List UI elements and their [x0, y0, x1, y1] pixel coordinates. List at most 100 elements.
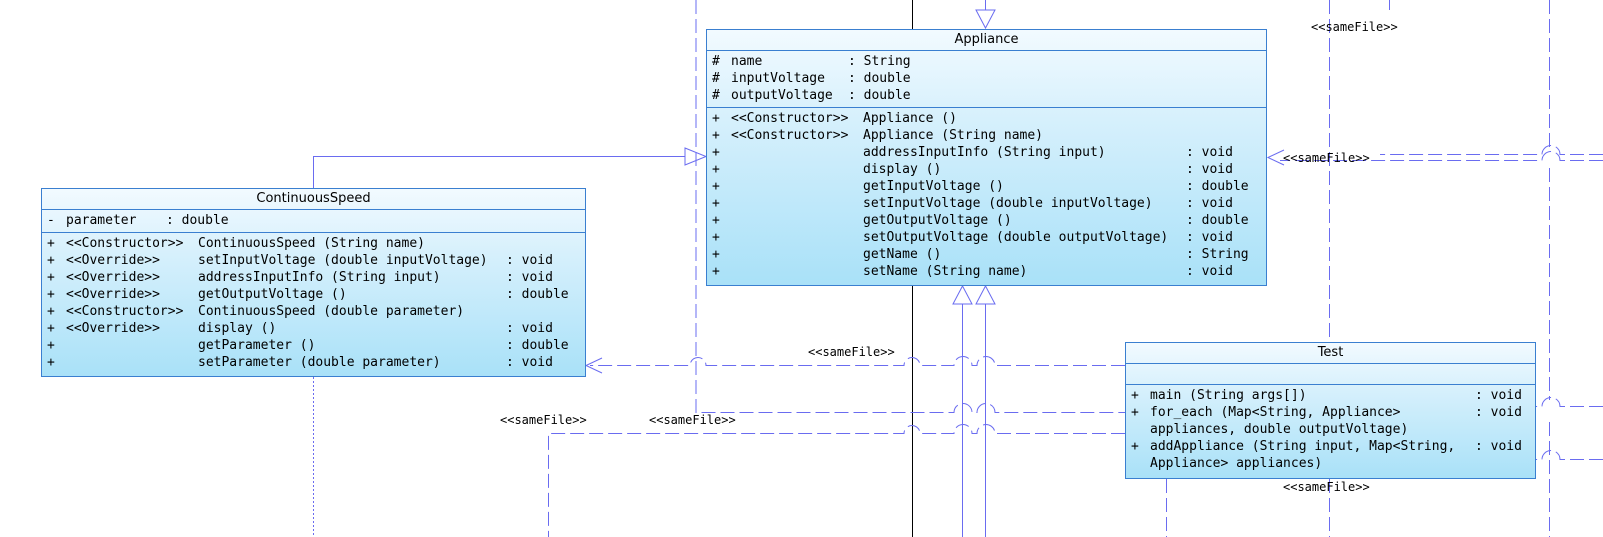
visibility-marker: +: [47, 270, 55, 285]
operation-signature: for_each (Map<String, Appliance> applian…: [1150, 405, 1409, 437]
operation-row: + <<Constructor>> Appliance (): [707, 110, 1266, 127]
operation-row: + getInputVoltage (): double: [707, 178, 1266, 195]
operation-signature: setParameter (double parameter): [198, 355, 441, 370]
attributes-section: - parameter: double: [42, 210, 585, 233]
operation-stereotype: <<Override>>: [66, 321, 160, 336]
visibility-marker: +: [712, 213, 720, 228]
operation-row: + display (): void: [707, 161, 1266, 178]
operation-signature: addressInputInfo (String input): [198, 270, 441, 285]
operation-return-type: : void: [1186, 230, 1233, 245]
operation-row: + for_each (Map<String, Appliance> applia…: [1126, 404, 1535, 438]
operation-row: + getName () : String: [707, 246, 1266, 263]
operation-signature: setInputVoltage (double inputVoltage): [198, 253, 488, 268]
visibility-marker: +: [47, 236, 55, 251]
class-continuousspeed[interactable]: ContinuousSpeed - parameter: double + <<Co…: [41, 188, 586, 377]
operation-stereotype: <<Constructor>>: [731, 128, 849, 143]
operation-signature: getInputVoltage (): [863, 179, 1004, 194]
operation-stereotype: [731, 178, 863, 195]
operation-return-type: : void: [506, 355, 553, 370]
visibility-marker: +: [712, 230, 720, 245]
operation-return-type: : double: [1186, 213, 1249, 228]
operation-signature: getParameter (): [198, 338, 316, 353]
operation-stereotype: <<Constructor>>: [66, 304, 184, 319]
operation-stereotype: [731, 229, 863, 246]
operation-row: + <<Constructor>> ContinuousSpeed (String …: [42, 235, 585, 252]
attributes-section: # name: String # inputVoltage: double # outpu…: [707, 51, 1266, 108]
operation-row: + <<Override>> addressInputInfo (String in…: [42, 269, 585, 286]
visibility-marker: #: [712, 71, 720, 86]
class-name: ContinuousSpeed: [42, 189, 585, 210]
operation-stereotype: <<Constructor>>: [731, 111, 849, 126]
operation-stereotype: <<Override>>: [66, 270, 160, 285]
operation-signature: setOutputVoltage (double outputVoltage): [863, 230, 1169, 245]
operation-return-type: : void: [1186, 196, 1233, 211]
visibility-marker: +: [47, 287, 55, 302]
operation-stereotype: [731, 263, 863, 280]
visibility-marker: +: [47, 338, 55, 353]
operation-row: + addAppliance (String input, Map<String,…: [1126, 438, 1535, 472]
operations-section: + <<Constructor>> Appliance () + <<Construct…: [707, 108, 1266, 283]
operation-signature: display (): [863, 162, 942, 177]
visibility-marker: +: [712, 196, 720, 211]
operation-row: + <<Override>> getOutputVoltage (): double: [42, 286, 585, 303]
attributes-section: [1126, 364, 1535, 385]
operation-row: + setInputVoltage (double inputVoltage) : …: [707, 195, 1266, 212]
operation-stereotype: [731, 246, 863, 263]
samefile-label: <<sameFile>>: [1283, 480, 1370, 494]
operation-signature: ContinuousSpeed (String name): [198, 236, 425, 251]
operation-signature: setInputVoltage (double inputVoltage): [863, 196, 1153, 211]
operation-row: + getOutputVoltage () : double: [707, 212, 1266, 229]
operation-signature: ContinuousSpeed (double parameter): [198, 304, 465, 319]
operation-signature: addAppliance (String input, Map<String, …: [1150, 439, 1456, 471]
operation-signature: getOutputVoltage (): [198, 287, 347, 302]
samefile-label: <<sameFile>>: [1283, 151, 1370, 165]
operation-row: + setParameter (double parameter) : void: [42, 354, 585, 371]
operation-signature: addressInputInfo (String input): [863, 145, 1106, 160]
operation-return-type: : double: [1186, 179, 1249, 194]
visibility-marker: +: [712, 128, 720, 143]
visibility-marker: +: [47, 355, 55, 370]
operation-return-type: : void: [506, 321, 553, 336]
visibility-marker: +: [47, 321, 55, 336]
class-name: Appliance: [707, 30, 1266, 51]
visibility-marker: +: [712, 264, 720, 279]
operation-return-type: : String: [1186, 247, 1249, 262]
attribute-type: : double: [848, 88, 911, 103]
operation-return-type: : void: [1475, 439, 1522, 454]
operation-row: + addressInputInfo (String input): void: [707, 144, 1266, 161]
visibility-marker: #: [712, 54, 720, 69]
operation-signature: setName (String name): [863, 264, 1028, 279]
operation-signature: main (String args[]): [1150, 388, 1307, 403]
attribute-type: : String: [848, 54, 911, 69]
attribute-name: inputVoltage: [731, 71, 825, 86]
operation-return-type: : void: [1186, 162, 1233, 177]
operation-signature: getOutputVoltage (): [863, 213, 1012, 228]
visibility-marker: #: [712, 88, 720, 103]
samefile-label: <<sameFile>>: [808, 345, 895, 359]
samefile-label: <<sameFile>>: [500, 413, 587, 427]
visibility-marker: +: [712, 111, 720, 126]
visibility-marker: +: [712, 145, 720, 160]
visibility-marker: +: [712, 247, 720, 262]
operation-stereotype: [731, 195, 863, 212]
operation-signature: display (): [198, 321, 277, 336]
operation-return-type: : void: [506, 253, 553, 268]
visibility-marker: +: [47, 304, 55, 319]
operation-signature: Appliance (): [863, 111, 957, 126]
operation-row: + main (String args[]) : void: [1126, 387, 1535, 404]
class-test[interactable]: Test + main (String args[]): void + for_eac…: [1125, 342, 1536, 479]
operation-return-type: : void: [1475, 388, 1522, 403]
operation-stereotype: [66, 354, 198, 371]
operation-row: + <<Constructor>> Appliance (String name): [707, 127, 1266, 144]
visibility-marker: +: [1131, 388, 1139, 403]
operation-return-type: : double: [506, 338, 569, 353]
operation-row: + getParameter () : double: [42, 337, 585, 354]
class-appliance[interactable]: Appliance # name: String # inputVoltage: do…: [706, 29, 1267, 286]
operation-return-type: : void: [1475, 405, 1522, 420]
operation-signature: getName (): [863, 247, 942, 262]
operation-row: + setOutputVoltage (double outputVoltage)…: [707, 229, 1266, 246]
operation-stereotype: <<Override>>: [66, 287, 160, 302]
operation-return-type: : void: [1186, 264, 1233, 279]
attribute-name: parameter: [66, 213, 137, 228]
attribute-row: # name: String: [707, 53, 1266, 70]
